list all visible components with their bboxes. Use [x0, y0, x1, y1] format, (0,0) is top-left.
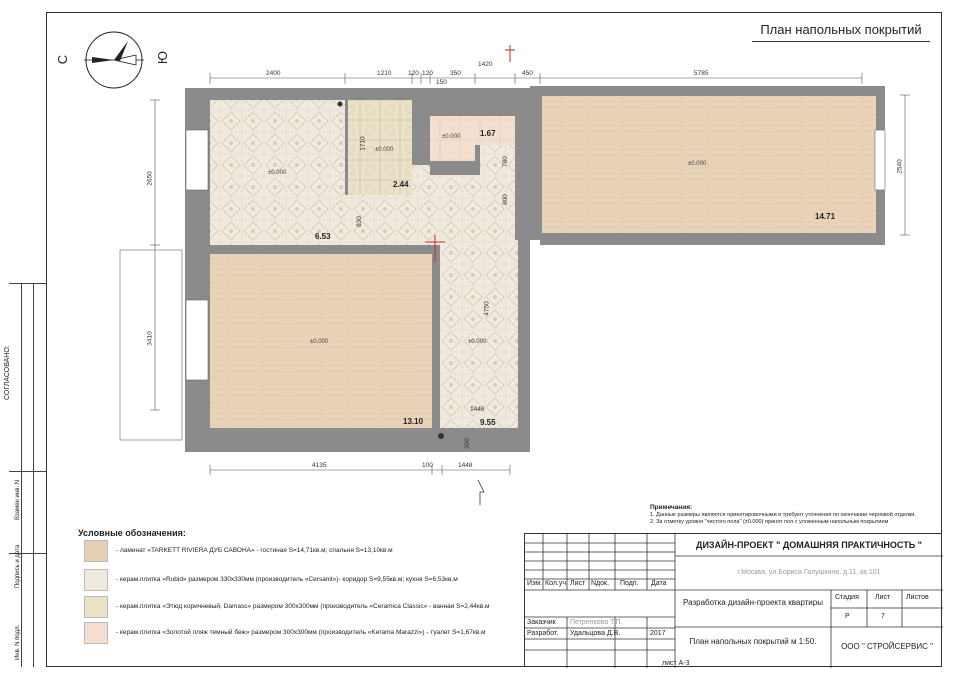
dim-inner-6: 1448 — [470, 406, 485, 413]
dim-top-1: 2400 — [266, 70, 281, 77]
dim-left-1: 2650 — [146, 171, 154, 186]
room-kitchen-level: ±0.000 — [268, 170, 287, 176]
tb-developer-label: Разработ. — [527, 630, 559, 637]
tb-stage: Р — [845, 613, 850, 620]
tb-header-3: Лист — [570, 580, 586, 587]
room-bedroom-level: ±0.000 — [310, 339, 329, 345]
room-wc-level: ±0.000 — [442, 134, 461, 140]
legend-swatch-damasc — [84, 596, 108, 618]
dim-top-3: 120 — [408, 70, 419, 77]
legend-text: - керам.плитка «Золотой пляж темный беж»… — [116, 629, 486, 636]
legend-text: - ламинат «TARKETT RIVIERA ДУБ САВОНА» -… — [116, 547, 393, 554]
tb-address: г.Москва, ул.Бориса Галушкина, д.11, кв.… — [737, 569, 881, 576]
tb-header-4: Nдок. — [591, 580, 610, 587]
dim-bottom-3: 1448 — [458, 462, 473, 469]
tb-developer-name: Удальцова Д.В. — [570, 630, 621, 637]
notes-line-1: 1. Данные размеры являются ориентировочн… — [650, 512, 916, 518]
room-living-level: ±0.000 — [688, 161, 707, 167]
tb-customer-label: Заказчик — [527, 619, 556, 626]
dim-left-2: 3410 — [146, 331, 154, 346]
legend-title: Условные обозначения: — [78, 528, 186, 538]
room-living-area: 14.71 — [815, 212, 836, 221]
dim-top-2: 1210 — [377, 70, 392, 77]
room-kitchen-area: 6.53 — [315, 232, 331, 241]
dim-top-8: 5785 — [694, 70, 709, 77]
room-bathroom-level: ±0.000 — [375, 147, 394, 153]
dim-inner-5: 4750 — [483, 301, 491, 316]
dim-top-7: 450 — [522, 70, 533, 77]
tb-work-title: Разработка дизайн-проекта квартиры — [683, 598, 823, 607]
dim-right-1: 2540 — [896, 159, 904, 174]
legend-text: - керам.плитка «Rubid» размером 330х330м… — [116, 576, 458, 583]
tb-sheet-label: Лист — [875, 594, 891, 601]
floor-plan — [119, 45, 910, 505]
tb-header-5: Подп. — [620, 580, 639, 587]
side-stamp-col-2: Подпись и дата — [15, 544, 21, 588]
legend-swatch-beige — [84, 622, 108, 644]
dim-bottom-2: 100 — [422, 462, 433, 469]
tb-company: ООО " СТРОЙСЕРВИС " — [841, 642, 933, 651]
notes: Примечания: 1. Данные размеры являются о… — [650, 504, 916, 526]
tb-year: 2017 — [650, 630, 666, 637]
dim-top-4: 120 — [422, 70, 433, 77]
legend-swatch-rubid — [84, 569, 108, 591]
dim-bottom-1: 4135 — [312, 462, 327, 469]
dim-inner-7: 390 — [463, 438, 471, 449]
tb-sheet: 7 — [881, 613, 885, 620]
dim-top-small: 150 — [436, 79, 447, 86]
room-bedroom-area: 13.10 — [403, 417, 424, 426]
side-stamp-col-1: Инв. N подл. — [15, 624, 21, 660]
dim-inner-4: 800 — [501, 194, 509, 205]
notes-title: Примечания: — [650, 504, 693, 511]
title-block: ДИЗАЙН-ПРОЕКТ " ДОМАШНЯЯ ПРАКТИЧНОСТЬ " … — [524, 533, 943, 668]
tb-customer-name: Петренкова Т.П. — [570, 619, 623, 626]
legend-swatch-laminate — [84, 540, 108, 562]
dim-inner-3: 780 — [501, 156, 509, 167]
tb-stage-label: Стадия — [835, 594, 859, 601]
sheet-number: лист А-3 — [662, 660, 690, 667]
room-corridor-level: ±0.000 — [468, 339, 487, 345]
legend-text: - керам.плитка «Этюд коричневый, Damasc»… — [116, 603, 490, 610]
dim-top-5: 350 — [450, 70, 461, 77]
dim-inner-2: 830 — [355, 216, 363, 227]
dim-top-6: 1420 — [478, 61, 493, 68]
tb-project: ДИЗАЙН-ПРОЕКТ " ДОМАШНЯЯ ПРАКТИЧНОСТЬ " — [696, 540, 922, 550]
tb-header-2: Кол.уч — [545, 580, 566, 587]
tb-drawing-title: План напольных покрытий м 1:50. — [689, 637, 817, 646]
tb-header-1: Изм. — [527, 580, 542, 587]
room-bathroom-area: 2.44 — [393, 180, 409, 189]
room-corridor-area: 9.55 — [480, 418, 496, 427]
dim-inner-1: 1710 — [359, 136, 367, 151]
tb-sheets-label: Листов — [906, 594, 929, 601]
tb-header-6: Дата — [651, 580, 667, 587]
notes-line-2: 2. За отметку уровня "чистого пола" (±0.… — [650, 519, 889, 525]
room-wc-area: 1.67 — [480, 129, 496, 138]
